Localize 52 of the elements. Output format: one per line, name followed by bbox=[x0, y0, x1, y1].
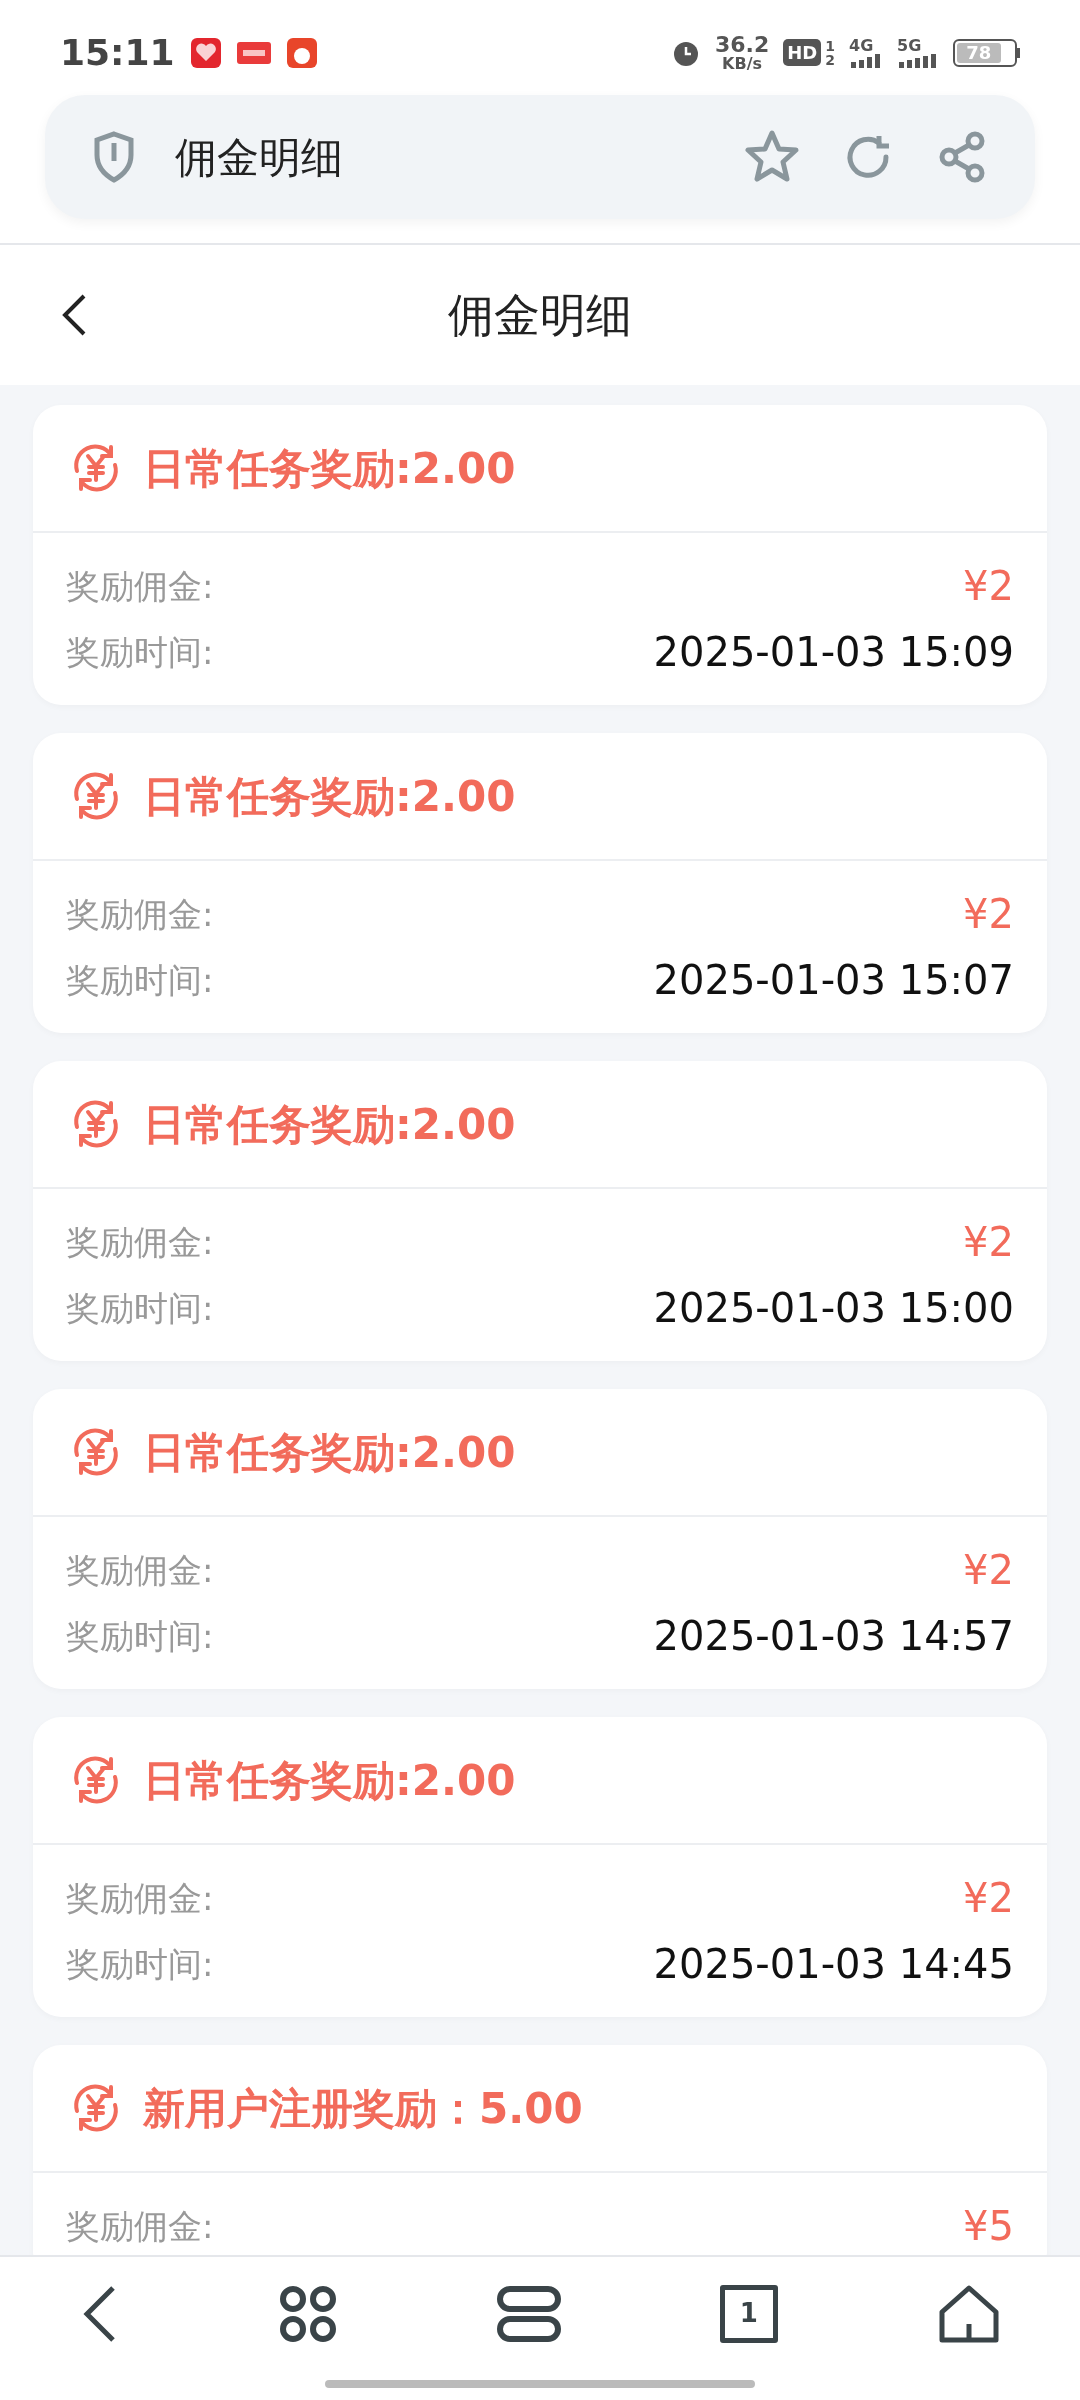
field-label: 奖励佣金: bbox=[66, 1548, 214, 1592]
commission-amount: ¥2 bbox=[963, 890, 1014, 939]
sim-number: 2 bbox=[825, 52, 835, 67]
app-icon bbox=[286, 37, 317, 68]
record-title: 日常任务奖励:2.00 bbox=[143, 1754, 516, 1807]
network-type: 4G bbox=[849, 37, 874, 54]
signal-icon bbox=[897, 53, 939, 68]
record-title: 新用户注册奖励：5.00 bbox=[143, 2082, 583, 2135]
address-bar[interactable]: 佣金明细 bbox=[45, 95, 1035, 219]
menu-icon[interactable] bbox=[497, 2285, 561, 2342]
reward-time: 2025-01-03 15:07 bbox=[653, 956, 1014, 1005]
signal-icon bbox=[849, 53, 883, 68]
back-icon[interactable] bbox=[60, 292, 88, 338]
commission-amount: ¥2 bbox=[963, 1218, 1014, 1267]
network-speed-unit: KB/s bbox=[722, 55, 763, 72]
record-title: 日常任务奖励:2.00 bbox=[143, 770, 516, 823]
network-speed: 36.2 bbox=[714, 33, 770, 56]
star-icon[interactable] bbox=[743, 129, 801, 185]
app-icon bbox=[236, 41, 271, 64]
field-label: 奖励时间: bbox=[66, 1286, 214, 1330]
sim-number: 1 bbox=[825, 38, 835, 53]
reward-time: 2025-01-03 14:57 bbox=[653, 1612, 1014, 1661]
reward-time: 2025-01-03 15:00 bbox=[653, 1284, 1014, 1333]
record-title: 日常任务奖励:2.00 bbox=[143, 1098, 516, 1151]
commission-amount: ¥2 bbox=[963, 562, 1014, 611]
shortcuts-icon[interactable] bbox=[278, 2283, 339, 2344]
shield-icon bbox=[93, 131, 135, 183]
field-label: 奖励时间: bbox=[66, 630, 214, 674]
field-label: 奖励时间: bbox=[66, 1614, 214, 1658]
commission-amount: ¥2 bbox=[963, 1874, 1014, 1923]
field-label: 奖励佣金: bbox=[66, 1220, 214, 1264]
page-heading: 佣金明细 bbox=[448, 286, 632, 344]
hd-badge: HD bbox=[783, 39, 822, 66]
reward-time: 2025-01-03 15:09 bbox=[653, 628, 1014, 677]
field-label: 奖励佣金: bbox=[66, 564, 214, 608]
status-time: 15:11 bbox=[60, 30, 175, 75]
tabs-button[interactable]: 1 bbox=[719, 2284, 778, 2343]
commission-amount: ¥2 bbox=[963, 1546, 1014, 1595]
battery-indicator: 78 bbox=[953, 38, 1017, 67]
field-label: 奖励时间: bbox=[66, 1942, 214, 1986]
page-title: 佣金明细 bbox=[175, 131, 344, 184]
field-label: 奖励佣金: bbox=[66, 2204, 214, 2248]
reward-time: 2025-01-03 14:45 bbox=[653, 1940, 1014, 1989]
record-title: 日常任务奖励:2.00 bbox=[143, 442, 516, 495]
field-label: 奖励时间: bbox=[66, 958, 214, 1002]
app-icon bbox=[190, 37, 221, 68]
record-title: 日常任务奖励:2.00 bbox=[143, 1426, 516, 1479]
share-icon[interactable] bbox=[937, 131, 987, 183]
field-label: 奖励佣金: bbox=[66, 1876, 214, 1920]
field-label: 奖励佣金: bbox=[66, 892, 214, 936]
network-type: 5G bbox=[897, 37, 922, 54]
commission-amount: ¥5 bbox=[963, 2202, 1014, 2251]
